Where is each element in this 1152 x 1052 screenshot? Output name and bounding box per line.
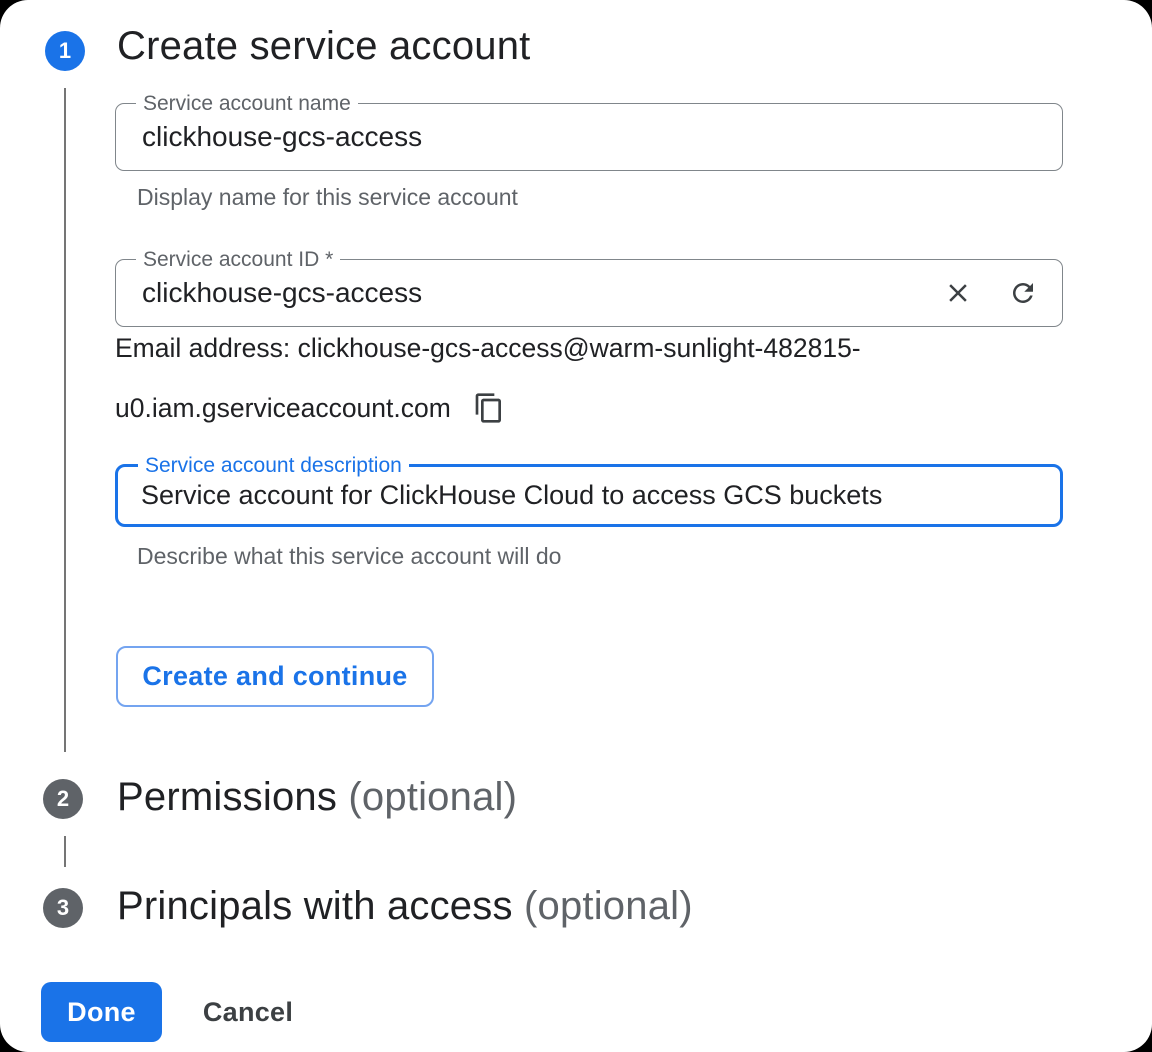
step-1-title-text: Create service account [117, 24, 530, 68]
cancel-button[interactable]: Cancel [178, 982, 318, 1042]
service-account-id-label: Service account ID * [136, 248, 340, 271]
id-field-actions [943, 278, 1038, 308]
step-3-number: 3 [57, 895, 69, 921]
service-account-description-helper: Describe what this service account will … [137, 543, 561, 570]
step-1-indicator: 1 [45, 31, 85, 71]
step-2-number: 2 [57, 786, 69, 812]
service-account-name-helper: Display name for this service account [137, 184, 518, 211]
done-button[interactable]: Done [41, 982, 162, 1042]
step-2-title[interactable]: Permissions (optional) [117, 774, 517, 820]
service-account-description-label: Service account description [138, 454, 409, 477]
step-2-indicator: 2 [43, 779, 83, 819]
refresh-icon[interactable] [1008, 278, 1038, 308]
clear-icon[interactable] [943, 278, 973, 308]
email-address-line1: Email address: clickhouse-gcs-access@war… [115, 333, 861, 392]
step-2-optional-text: (optional) [348, 775, 517, 819]
service-account-name-label: Service account name [136, 92, 358, 115]
create-service-account-panel: 1 Create service account Service account… [0, 0, 1152, 1052]
service-account-id-field[interactable]: Service account ID * clickhouse-gcs-acce… [115, 259, 1063, 327]
email-address-text: Email address: clickhouse-gcs-access@war… [115, 333, 861, 424]
email-address-line2: u0.iam.gserviceaccount.com [115, 393, 451, 424]
service-account-id-value[interactable]: clickhouse-gcs-access [142, 277, 943, 309]
service-account-name-field[interactable]: Service account name clickhouse-gcs-acce… [115, 103, 1063, 171]
create-and-continue-button[interactable]: Create and continue [116, 646, 434, 707]
step-2-title-text: Permissions [117, 775, 337, 819]
step-1-title: Create service account [117, 23, 530, 69]
step-3-indicator: 3 [43, 888, 83, 928]
service-account-name-value[interactable]: clickhouse-gcs-access [142, 121, 1038, 153]
step-connector-line [64, 88, 66, 752]
service-account-description-value[interactable]: Service account for ClickHouse Cloud to … [141, 480, 1038, 511]
service-account-description-field[interactable]: Service account description Service acco… [115, 464, 1063, 527]
step-3-optional-text: (optional) [524, 884, 693, 928]
step-3-title[interactable]: Principals with access (optional) [117, 883, 693, 929]
step-3-title-text: Principals with access [117, 884, 513, 928]
step-connector-line-2 [64, 836, 66, 867]
step-1-number: 1 [59, 38, 71, 64]
copy-icon[interactable] [473, 392, 505, 424]
